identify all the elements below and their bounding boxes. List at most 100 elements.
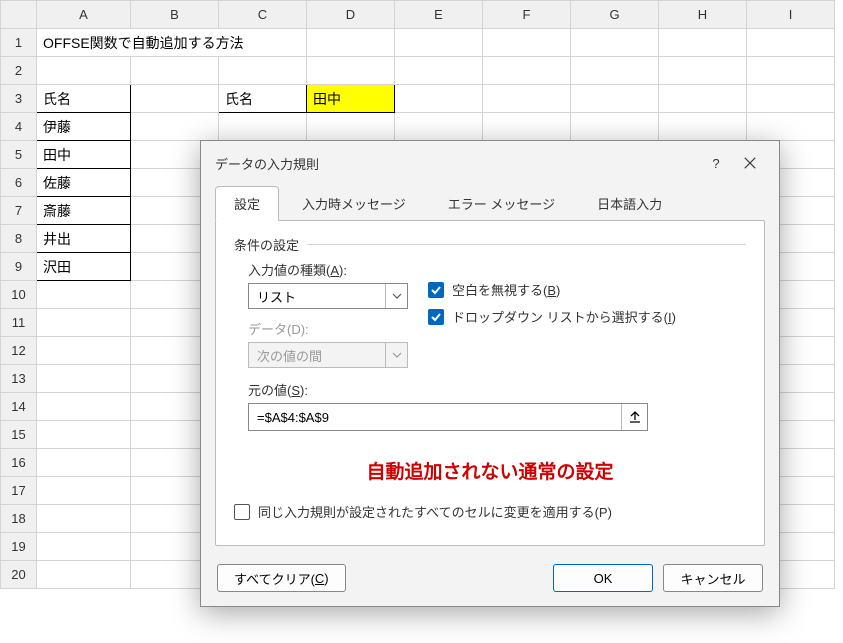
cell[interactable] xyxy=(131,57,219,85)
cell[interactable] xyxy=(37,365,131,393)
cell[interactable] xyxy=(37,393,131,421)
row-header[interactable]: 4 xyxy=(1,113,37,141)
ok-button[interactable]: OK xyxy=(553,564,653,592)
tab-ime-mode[interactable]: 日本語入力 xyxy=(578,186,681,221)
cell[interactable] xyxy=(37,449,131,477)
col-header-C[interactable]: C xyxy=(219,1,307,29)
cell[interactable] xyxy=(483,113,571,141)
cell[interactable]: 田中 xyxy=(37,141,131,169)
select-all-corner[interactable] xyxy=(1,1,37,29)
close-icon xyxy=(743,156,757,170)
cell[interactable] xyxy=(219,113,307,141)
col-header-A[interactable]: A xyxy=(37,1,131,29)
cell[interactable] xyxy=(37,477,131,505)
cell[interactable] xyxy=(659,29,747,57)
close-button[interactable] xyxy=(733,151,767,175)
apply-all-checkbox[interactable]: 同じ入力規則が設定されたすべてのセルに変更を適用する(P) xyxy=(234,502,746,521)
ignore-blank-label: 空白を無視する(B) xyxy=(452,280,560,299)
cell[interactable] xyxy=(37,421,131,449)
cell[interactable] xyxy=(483,85,571,113)
cell[interactable] xyxy=(659,85,747,113)
row-header[interactable]: 20 xyxy=(1,561,37,589)
col-header-F[interactable]: F xyxy=(483,1,571,29)
row-header[interactable]: 5 xyxy=(1,141,37,169)
cell[interactable] xyxy=(219,57,307,85)
cell[interactable]: 斎藤 xyxy=(37,197,131,225)
row-header[interactable]: 19 xyxy=(1,533,37,561)
tab-settings[interactable]: 設定 xyxy=(215,186,279,221)
cell[interactable] xyxy=(307,113,395,141)
cell[interactable]: OFFSE関数で自動追加する方法 xyxy=(37,29,307,57)
row-header[interactable]: 9 xyxy=(1,253,37,281)
tab-input-message[interactable]: 入力時メッセージ xyxy=(283,186,425,221)
cell[interactable] xyxy=(395,29,483,57)
row-header[interactable]: 1 xyxy=(1,29,37,57)
cell[interactable] xyxy=(131,113,219,141)
cell[interactable] xyxy=(747,113,835,141)
row-header[interactable]: 2 xyxy=(1,57,37,85)
cell[interactable] xyxy=(571,29,659,57)
cell[interactable] xyxy=(747,57,835,85)
row-header[interactable]: 7 xyxy=(1,197,37,225)
row-header[interactable]: 13 xyxy=(1,365,37,393)
row-header[interactable]: 16 xyxy=(1,449,37,477)
col-header-B[interactable]: B xyxy=(131,1,219,29)
cell[interactable] xyxy=(747,85,835,113)
cell[interactable] xyxy=(37,309,131,337)
col-header-I[interactable]: I xyxy=(747,1,835,29)
tab-error-alert[interactable]: エラー メッセージ xyxy=(429,186,574,221)
row-header[interactable]: 15 xyxy=(1,421,37,449)
dialog-title: データの入力規則 xyxy=(215,154,699,173)
source-input[interactable] xyxy=(249,410,621,425)
row-header[interactable]: 14 xyxy=(1,393,37,421)
range-picker-button[interactable] xyxy=(621,404,647,430)
apply-all-label: 同じ入力規則が設定されたすべてのセルに変更を適用する(P) xyxy=(258,502,612,521)
cell[interactable] xyxy=(395,113,483,141)
cell[interactable] xyxy=(37,337,131,365)
row-header[interactable]: 12 xyxy=(1,337,37,365)
cell[interactable]: 氏名 xyxy=(219,85,307,113)
cell[interactable] xyxy=(37,533,131,561)
col-header-G[interactable]: G xyxy=(571,1,659,29)
cell[interactable]: 伊藤 xyxy=(37,113,131,141)
cell[interactable] xyxy=(307,57,395,85)
clear-all-button[interactable]: すべてクリア(C) xyxy=(217,564,346,592)
cancel-button[interactable]: キャンセル xyxy=(663,564,763,592)
row-header[interactable]: 8 xyxy=(1,225,37,253)
cell[interactable] xyxy=(395,85,483,113)
cell[interactable] xyxy=(483,29,571,57)
cell[interactable]: 沢田 xyxy=(37,253,131,281)
cell[interactable] xyxy=(571,57,659,85)
row-header[interactable]: 17 xyxy=(1,477,37,505)
cell[interactable] xyxy=(571,85,659,113)
cell[interactable] xyxy=(571,113,659,141)
in-cell-dropdown-checkbox[interactable]: ドロップダウン リストから選択する(I) xyxy=(428,307,676,326)
cell[interactable]: 佐藤 xyxy=(37,169,131,197)
cell[interactable] xyxy=(37,281,131,309)
row-header[interactable]: 10 xyxy=(1,281,37,309)
cell[interactable] xyxy=(307,29,395,57)
col-header-H[interactable]: H xyxy=(659,1,747,29)
help-button[interactable]: ? xyxy=(699,151,733,175)
cell[interactable] xyxy=(659,113,747,141)
cell[interactable] xyxy=(659,57,747,85)
cell[interactable] xyxy=(37,505,131,533)
row-header[interactable]: 6 xyxy=(1,169,37,197)
cell[interactable] xyxy=(747,29,835,57)
col-header-E[interactable]: E xyxy=(395,1,483,29)
row-header[interactable]: 3 xyxy=(1,85,37,113)
ignore-blank-checkbox[interactable]: 空白を無視する(B) xyxy=(428,280,676,299)
cell[interactable] xyxy=(483,57,571,85)
allow-dropdown[interactable]: リスト xyxy=(248,283,408,309)
cell[interactable] xyxy=(37,561,131,589)
cell[interactable] xyxy=(395,57,483,85)
row-header[interactable]: 18 xyxy=(1,505,37,533)
row-header[interactable]: 11 xyxy=(1,309,37,337)
allow-value: リスト xyxy=(249,287,385,306)
cell[interactable]: 井出 xyxy=(37,225,131,253)
col-header-D[interactable]: D xyxy=(307,1,395,29)
cell[interactable] xyxy=(131,85,219,113)
cell-highlighted[interactable]: 田中 xyxy=(307,85,395,113)
cell[interactable]: 氏名 xyxy=(37,85,131,113)
cell[interactable] xyxy=(37,57,131,85)
